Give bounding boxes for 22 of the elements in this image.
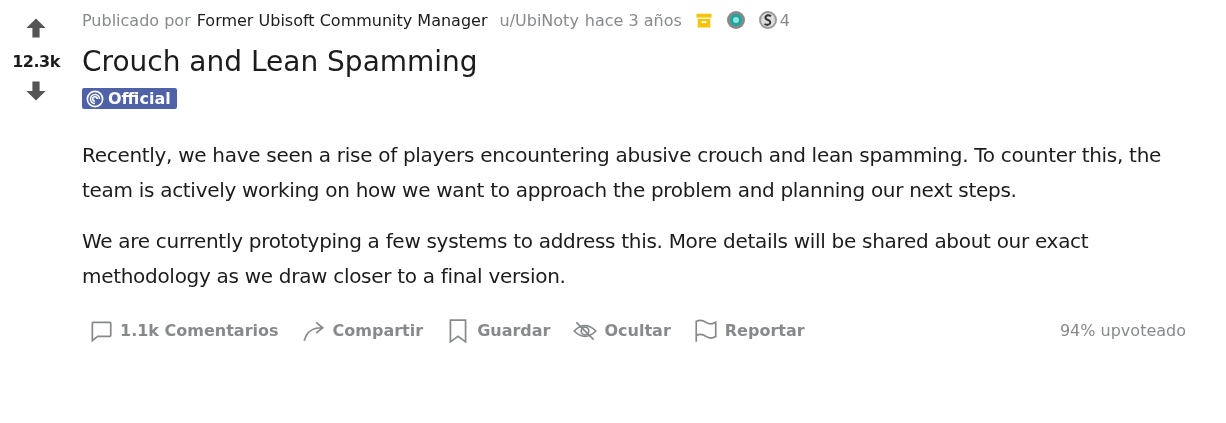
official-flair[interactable]: Official <box>82 88 177 109</box>
report-button[interactable]: Reportar <box>686 313 811 348</box>
username-link[interactable]: u/UbiNoty <box>499 10 579 30</box>
award-icon <box>725 10 746 30</box>
award-count: 4 <box>779 10 791 30</box>
post-paragraph: We are currently prototyping a few systems to address this. More details will be shared about our exact methodology as we draw closer to a final version. <box>82 227 1090 290</box>
spiral-icon <box>86 89 104 108</box>
author-link[interactable]: Former Ubisoft Community Manager <box>196 10 488 30</box>
hide-button[interactable]: Ocultar <box>566 313 677 348</box>
comment-button[interactable]: 1.1k Comentarios <box>82 313 285 348</box>
flag-icon <box>692 317 719 344</box>
award-icon <box>757 10 778 30</box>
share-button[interactable]: Compartir <box>294 313 430 348</box>
post-time: hace 3 años <box>584 10 682 30</box>
save-button[interactable]: Guardar <box>439 313 557 348</box>
posted-by-label: Publicado por <box>82 10 191 30</box>
vote-score: 12.3k <box>12 52 60 71</box>
post-title[interactable]: Crouch and Lean Spamming <box>82 44 1186 80</box>
downvote-icon[interactable] <box>24 79 48 103</box>
post-paragraph: Recently, we have seen a rise of players encountering abusive crouch and lean spamming. To counter this, the team is actively working on how we want to approach the problem and planning our next steps. <box>82 141 1162 204</box>
upvote-ratio: 94% upvoteado <box>1059 321 1186 340</box>
upvote-icon[interactable] <box>24 16 48 40</box>
